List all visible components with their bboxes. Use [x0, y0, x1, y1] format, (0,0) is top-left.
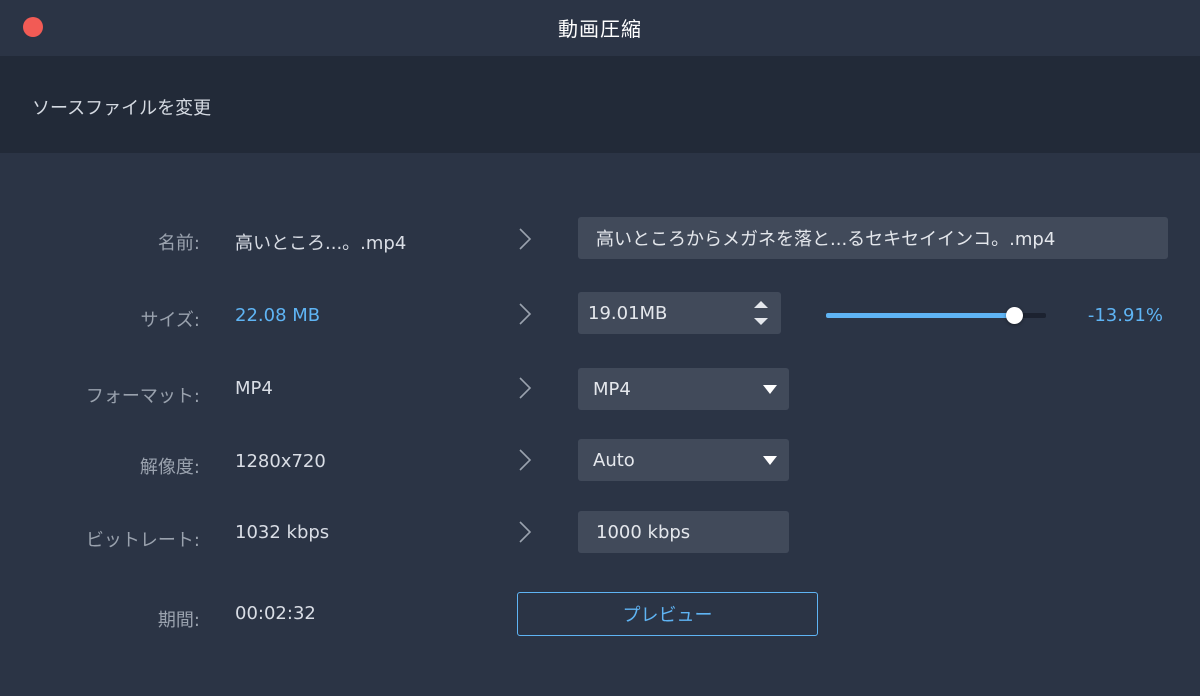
bitrate-output-text: 1000 kbps — [596, 521, 691, 543]
chevron-right-icon — [519, 228, 532, 250]
format-label: フォーマット: — [85, 386, 200, 407]
chevron-right-icon — [519, 303, 532, 325]
preview-button[interactable]: プレビュー — [517, 592, 818, 636]
output-name-text: 高いところからメガネを落と...るセキセイインコ。.mp4 — [596, 229, 1056, 250]
name-original: 高いところ...。.mp4 — [235, 233, 407, 254]
size-slider-fill — [826, 313, 1015, 318]
change-source-button[interactable]: ソースファイルを変更 — [32, 94, 211, 120]
title-bar: 動画圧縮 — [0, 0, 1200, 56]
source-bar: ソースファイルを変更 — [0, 56, 1200, 153]
size-original: 22.08 MB — [235, 305, 321, 326]
format-selected: MP4 — [593, 378, 631, 400]
name-label: 名前: — [157, 233, 200, 254]
chevron-right-icon — [519, 377, 532, 399]
caret-down-icon — [763, 456, 777, 465]
size-slider-thumb[interactable] — [1006, 307, 1023, 324]
caret-down-icon — [763, 385, 777, 394]
output-name-field[interactable]: 高いところからメガネを落と...るセキセイインコ。.mp4 — [578, 217, 1168, 259]
window-title: 動画圧縮 — [558, 17, 642, 41]
resolution-selected: Auto — [593, 449, 635, 471]
bitrate-original: 1032 kbps — [235, 522, 330, 543]
bitrate-label: ビットレート: — [85, 530, 200, 551]
bitrate-field[interactable]: 1000 kbps — [578, 511, 789, 553]
duration-value: 00:02:32 — [235, 603, 316, 624]
size-reduction-percent: -13.91% — [1087, 305, 1163, 326]
duration-label: 期間: — [157, 610, 200, 631]
chevron-right-icon — [519, 449, 532, 471]
output-size-text: 19.01MB — [588, 302, 668, 324]
video-compressor-window: 動画圧縮 ソースファイルを変更 名前: 高いところ...。.mp4 高いところか… — [0, 0, 1200, 696]
stepper-icon[interactable] — [753, 298, 769, 328]
chevron-right-icon — [519, 521, 532, 543]
size-slider[interactable] — [826, 307, 1046, 324]
output-size-field[interactable]: 19.01MB — [578, 292, 781, 334]
resolution-original: 1280x720 — [235, 451, 326, 472]
size-label: サイズ: — [140, 310, 200, 331]
resolution-dropdown[interactable]: Auto — [578, 439, 789, 481]
resolution-label: 解像度: — [139, 457, 200, 478]
format-dropdown[interactable]: MP4 — [578, 368, 789, 410]
format-original: MP4 — [235, 378, 273, 399]
